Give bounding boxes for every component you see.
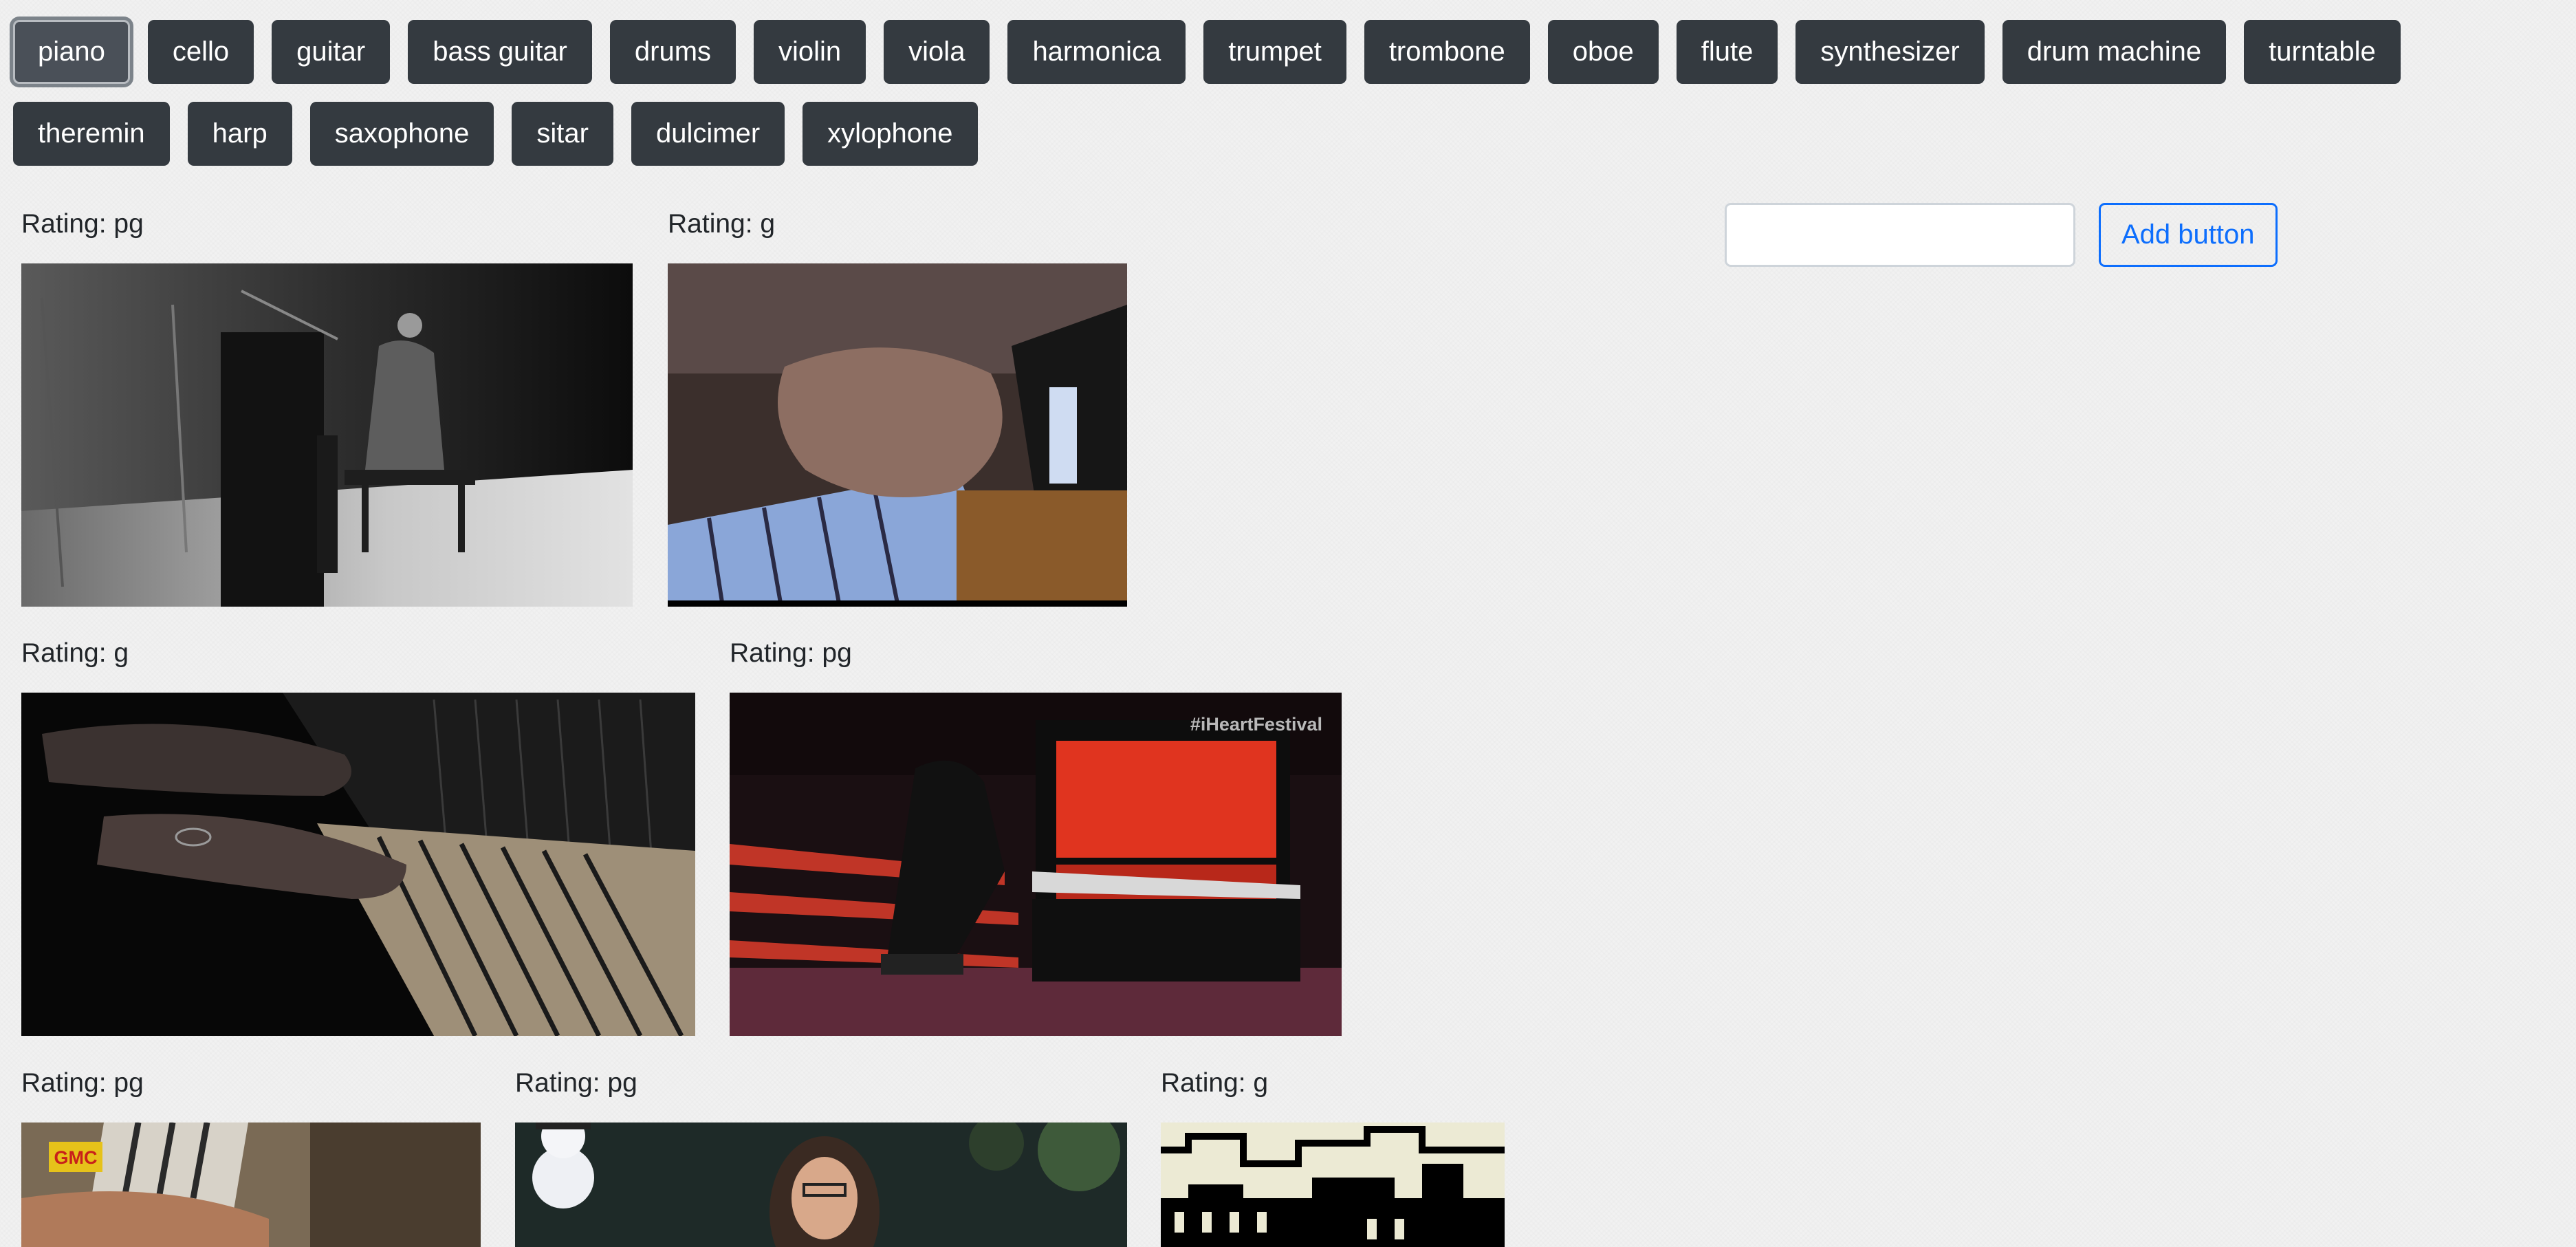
topic-button-guitar[interactable]: guitar [272, 20, 391, 84]
gif-image-gmc-broadcast: GMC [21, 1123, 481, 1247]
topic-button-dulcimer[interactable]: dulcimer [631, 102, 785, 166]
topic-button-synthesizer[interactable]: synthesizer [1795, 20, 1985, 84]
topic-button-bass-guitar[interactable]: bass guitar [408, 20, 592, 84]
gif-image-pixel-art-piano [1161, 1123, 1505, 1247]
gif-image-red-stage-piano: #iHeartFestival [730, 693, 1342, 1036]
gif-rating: Rating: pg [21, 209, 144, 239]
gif-card: Rating: g [1161, 1067, 1505, 1247]
gif-rating: Rating: pg [21, 1068, 144, 1098]
topic-button-cello[interactable]: cello [147, 20, 254, 84]
topic-button-theremin[interactable]: theremin [13, 102, 170, 166]
gif-card: Rating: pg #iHeartFestival [730, 637, 1342, 1036]
gif-rating: Rating: g [668, 209, 776, 239]
topic-button-saxophone[interactable]: saxophone [309, 102, 494, 166]
gif-image-hands-closeup [668, 263, 1127, 607]
gif-image-hands-on-keys [21, 693, 695, 1036]
gif-card: Rating: pg [515, 1067, 1127, 1247]
gif-card: Rating: pg [21, 208, 633, 607]
gif-image[interactable]: #iHeartFestival [730, 693, 1342, 1036]
topic-button-drums[interactable]: drums [609, 20, 736, 84]
topic-button-oboe[interactable]: oboe [1547, 20, 1659, 84]
topic-button-flute[interactable]: flute [1676, 20, 1778, 84]
topic-button-trombone[interactable]: trombone [1364, 20, 1530, 84]
new-topic-input[interactable] [1725, 203, 2075, 267]
gif-image[interactable] [21, 263, 633, 607]
gif-card: Rating: pg GMC [21, 1067, 481, 1247]
topic-button-drum-machine[interactable]: drum machine [2002, 20, 2227, 84]
gif-image-pianist-spotlight [21, 263, 633, 607]
topic-button-harmonica[interactable]: harmonica [1007, 20, 1186, 84]
topic-button-xylophone[interactable]: xylophone [803, 102, 978, 166]
gif-image[interactable]: GMC [21, 1123, 481, 1247]
gif-image[interactable] [668, 263, 1127, 607]
add-button[interactable]: Add button [2099, 203, 2278, 267]
gif-image[interactable] [515, 1123, 1127, 1247]
topic-button-violin[interactable]: violin [754, 20, 866, 84]
gif-image[interactable] [1161, 1123, 1505, 1247]
topic-button-sitar[interactable]: sitar [512, 102, 613, 166]
topic-button-turntable[interactable]: turntable [2244, 20, 2401, 84]
gif-rating: Rating: pg [730, 638, 852, 668]
gif-rating: Rating: pg [515, 1068, 637, 1098]
topic-button-bar: piano cello guitar bass guitar drums vio… [13, 20, 2544, 166]
channel-logo: GMC [54, 1147, 98, 1168]
gif-rating: Rating: g [1161, 1068, 1269, 1098]
festival-watermark: #iHeartFestival [1190, 714, 1322, 735]
topic-button-viola[interactable]: viola [884, 20, 990, 84]
add-topic-form: Add button [1725, 203, 2278, 267]
gif-card: Rating: g [668, 208, 1127, 607]
gif-image[interactable] [21, 693, 695, 1036]
gif-card: Rating: g [21, 637, 695, 1036]
gif-rating: Rating: g [21, 638, 129, 668]
topic-button-harp[interactable]: harp [187, 102, 292, 166]
topic-button-piano[interactable]: piano [13, 20, 130, 84]
topic-button-trumpet[interactable]: trumpet [1203, 20, 1346, 84]
gif-image-snowman-scene [515, 1123, 1127, 1247]
